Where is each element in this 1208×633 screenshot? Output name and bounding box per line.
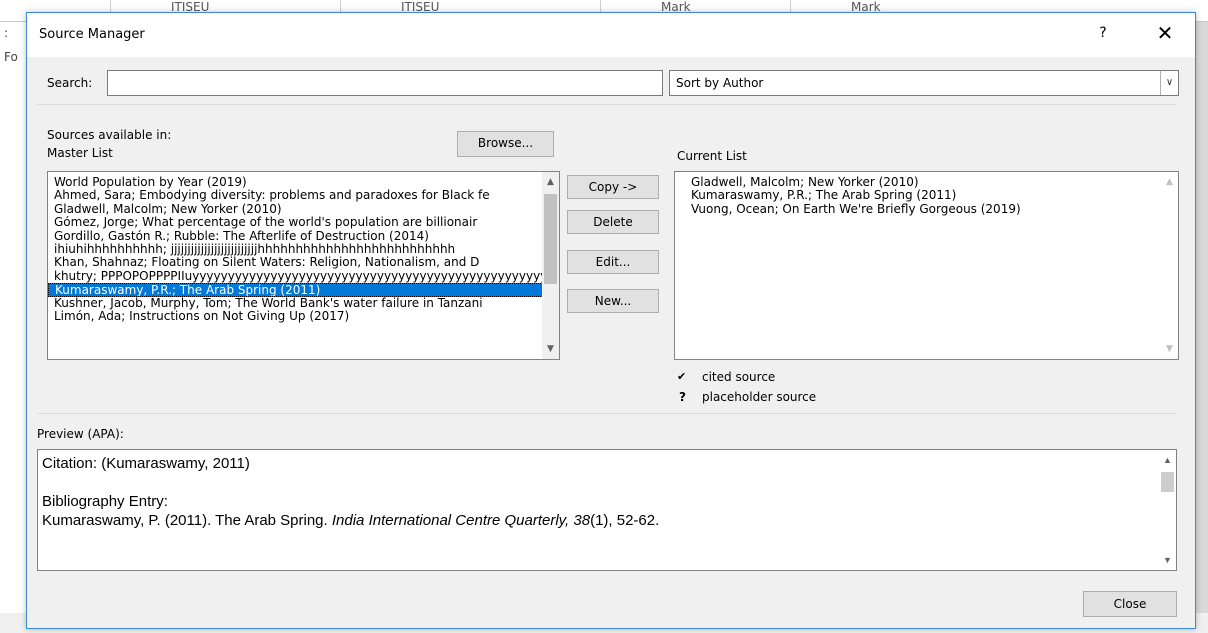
list-item[interactable]: khutry; PPPOPOPPPPIIuyyyyyyyyyyyyyyyyyyy… [48, 270, 559, 283]
list-item[interactable]: Gordillo, Gastón R.; Rubble: The Afterli… [48, 230, 559, 243]
background-left-margin: : Fo [0, 22, 26, 633]
sort-selected-value: Sort by Author [676, 76, 764, 90]
list-item[interactable]: Gladwell, Malcolm; New Yorker (2010) [48, 203, 559, 216]
list-item[interactable]: Kumaraswamy, P.R.; The Arab Spring (2011… [685, 189, 1178, 202]
question-mark-icon: ? [679, 390, 686, 404]
sort-select[interactable]: Sort by Author ∨ [669, 70, 1179, 96]
separator [37, 104, 1177, 105]
entry-suffix: (1), 52-62. [590, 512, 660, 529]
chevron-down-icon[interactable]: ∨ [1160, 71, 1178, 95]
scroll-down-icon[interactable]: ▼ [1161, 341, 1178, 357]
preview-box: Citation: (Kumaraswamy, 2011) Bibliograp… [37, 449, 1177, 571]
bibliography-entry: Kumaraswamy, P. (2011). The Arab Spring.… [42, 511, 1176, 530]
list-item[interactable]: Ahmed, Sara; Embodying diversity: proble… [48, 189, 559, 202]
edit-button[interactable]: Edit... [567, 250, 659, 274]
list-item[interactable]: Gladwell, Malcolm; New Yorker (2010) [685, 176, 1178, 189]
scrollbar-thumb[interactable] [1161, 472, 1174, 492]
list-item-selected[interactable]: Kumaraswamy, P.R.; The Arab Spring (2011… [48, 283, 559, 297]
delete-button[interactable]: Delete [567, 210, 659, 234]
bibliography-heading: Bibliography Entry: [42, 493, 168, 510]
close-icon[interactable]: ✕ [1153, 21, 1177, 45]
background-text: Fo [4, 50, 18, 64]
new-button[interactable]: New... [567, 289, 659, 313]
list-item[interactable]: World Population by Year (2019) [48, 176, 559, 189]
browse-button[interactable]: Browse... [457, 131, 554, 157]
help-button[interactable]: ? [1093, 25, 1113, 41]
cited-source-label: cited source [702, 370, 776, 384]
current-list-scrollbar[interactable]: ▲ ▼ [1161, 172, 1178, 359]
dialog-title: Source Manager [39, 27, 145, 42]
current-list[interactable]: Gladwell, Malcolm; New Yorker (2010) Kum… [674, 171, 1179, 360]
scroll-down-icon[interactable]: ▼ [542, 341, 559, 357]
preview-scrollbar[interactable]: ▲ ▼ [1159, 450, 1176, 570]
copy-button[interactable]: Copy -> [567, 175, 659, 199]
scroll-up-icon[interactable]: ▲ [1161, 174, 1178, 190]
scroll-up-icon[interactable]: ▲ [1159, 452, 1176, 468]
entry-prefix: Kumaraswamy, P. (2011). The Arab Spring. [42, 512, 332, 529]
citation-text: Citation: (Kumaraswamy, 2011) [42, 455, 250, 472]
scrollbar-thumb[interactable] [544, 194, 557, 284]
separator [37, 413, 1177, 414]
master-list[interactable]: World Population by Year (2019) Ahmed, S… [47, 171, 560, 360]
list-item[interactable]: Gómez, Jorge; What percentage of the wor… [48, 216, 559, 229]
scroll-up-icon[interactable]: ▲ [542, 174, 559, 190]
background-text: : [4, 26, 9, 40]
close-button[interactable]: Close [1083, 591, 1177, 617]
list-item[interactable]: Vuong, Ocean; On Earth We're Briefly Gor… [685, 203, 1178, 216]
scroll-down-icon[interactable]: ▼ [1159, 552, 1176, 568]
placeholder-source-label: placeholder source [702, 390, 817, 404]
master-list-label: Master List [47, 146, 113, 160]
source-manager-dialog: Source Manager ? ✕ Search: Sort by Autho… [26, 12, 1196, 629]
search-label: Search: [47, 76, 93, 90]
entry-journal: India International Centre Quarterly, 38 [331, 512, 591, 529]
sources-available-label: Sources available in: [47, 128, 172, 142]
checkmark-icon: ✔ [677, 370, 687, 383]
title-bar: Source Manager ? ✕ [27, 13, 1195, 57]
list-item[interactable]: Khan, Shahnaz; Floating on Silent Waters… [48, 256, 559, 269]
preview-label: Preview (APA): [37, 427, 124, 441]
search-input[interactable] [107, 70, 663, 96]
list-item[interactable]: ihiuhihhhhhhhhhh; jjjjjjjjjjjjjjjjjjjjjj… [48, 243, 559, 256]
current-list-label: Current List [677, 149, 747, 163]
list-item[interactable]: Limón, Ada; Instructions on Not Giving U… [48, 310, 559, 323]
list-item[interactable]: Kushner, Jacob, Murphy, Tom; The World B… [48, 297, 559, 310]
master-list-scrollbar[interactable]: ▲ ▼ [542, 172, 559, 359]
